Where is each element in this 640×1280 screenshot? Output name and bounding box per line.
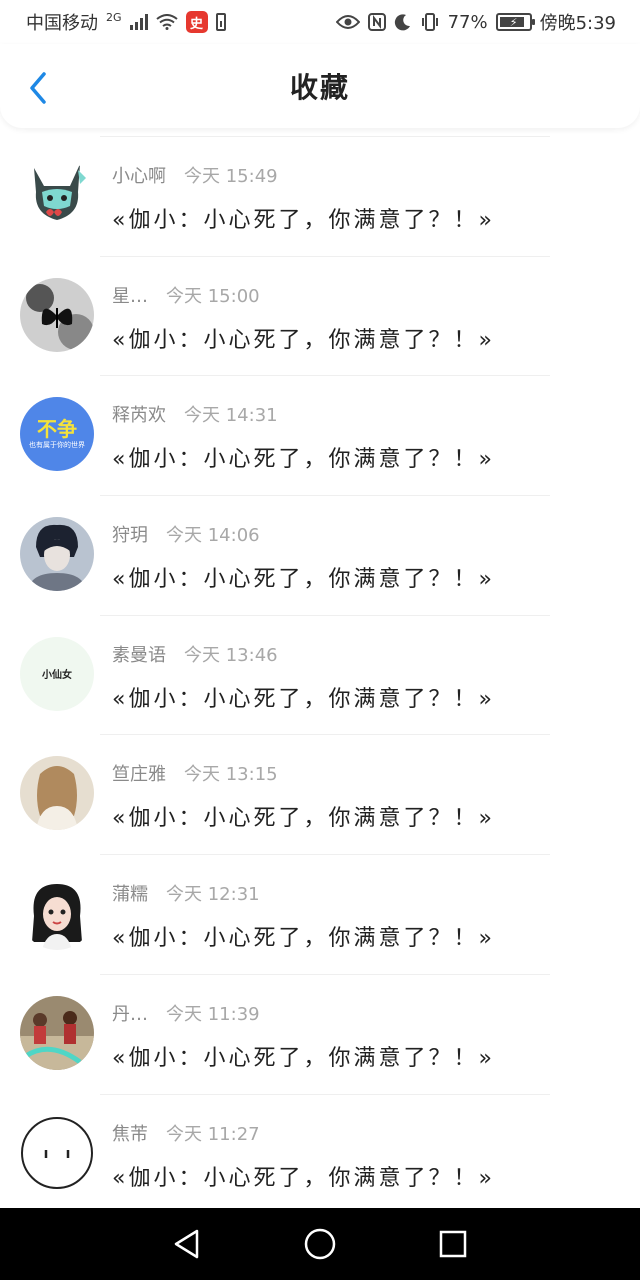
timestamp: 今天 11:39 — [166, 1003, 260, 1025]
message-text: «伽小：小心死了，你满意了？！» — [112, 567, 495, 593]
cat-avatar[interactable] — [20, 158, 94, 232]
item-meta: 狩玥 今天 14:06 — [112, 521, 495, 547]
carrier-label: 中国移动 — [26, 13, 98, 34]
item-meta: 小心啊 今天 15:49 — [112, 162, 495, 188]
moon-icon — [394, 13, 412, 31]
nfc-icon — [367, 13, 386, 31]
nickname: 素曼语 — [112, 644, 166, 666]
clock-label: 傍晚5:39 — [539, 13, 616, 34]
timestamp: 今天 14:31 — [184, 405, 278, 427]
item-body: 丹… 今天 11:39 «伽小：小心死了，你满意了？！» — [112, 1000, 495, 1072]
wifi-icon — [155, 14, 178, 30]
page-title: 收藏 — [289, 71, 350, 104]
message-text: «伽小：小心死了，你满意了？！» — [112, 686, 495, 712]
item-meta: 蒲糯 今天 12:31 — [112, 880, 495, 906]
message-text: «伽小：小心死了，你满意了？！» — [112, 926, 495, 952]
nickname: 星… — [112, 285, 148, 307]
nav-recent-button[interactable] — [433, 1224, 473, 1264]
item-meta: 星… 今天 15:00 — [112, 282, 495, 308]
nickname: 狩玥 — [112, 525, 148, 547]
list-item[interactable]: 小心啊 今天 15:49 «伽小：小心死了，你满意了？！» — [0, 136, 640, 256]
item-body: 释芮欢 今天 14:31 «伽小：小心死了，你满意了？！» — [112, 401, 495, 473]
battery-alert-icon — [215, 13, 226, 31]
list-item[interactable]: 小仙女 素曼语 今天 13:46 «伽小：小心死了，你满意了？！» — [0, 614, 640, 735]
butterfly-avatar[interactable] — [20, 277, 94, 352]
timestamp: 今天 15:49 — [184, 166, 278, 187]
item-body: 焦芾 今天 11:27 «伽小：小心死了，你满意了？！» — [112, 1120, 495, 1192]
nickname: 蒲糯 — [112, 884, 148, 906]
vibrate-icon — [420, 13, 440, 31]
text-avatar[interactable]: 不争 也有属于你的世界 — [20, 397, 94, 472]
battery-icon: ⚡ — [495, 13, 535, 31]
face-avatar[interactable] — [20, 1116, 94, 1190]
nav-home-button[interactable] — [300, 1224, 340, 1264]
header-bar: 收藏 — [0, 44, 640, 128]
list-item[interactable]: 蒲糯 今天 12:31 «伽小：小心死了，你满意了？！» — [0, 854, 640, 974]
recent-square-icon — [440, 1230, 467, 1258]
item-meta: 焦芾 今天 11:27 — [112, 1120, 495, 1146]
item-body: 笪庄雅 今天 13:15 «伽小：小心死了，你满意了？！» — [112, 760, 495, 832]
message-text: «伽小：小心死了，你满意了？！» — [112, 447, 495, 473]
chevron-left-icon — [30, 72, 46, 104]
message-text: «伽小：小心死了，你满意了？！» — [112, 327, 495, 353]
nav-back-button[interactable] — [167, 1224, 207, 1264]
home-circle-icon — [304, 1228, 336, 1260]
photo-avatar[interactable] — [20, 995, 94, 1070]
nickname: 释芮欢 — [112, 405, 166, 427]
battery-percent-label: 77% — [447, 11, 488, 33]
item-body: 小心啊 今天 15:49 «伽小：小心死了，你满意了？！» — [112, 162, 495, 234]
timestamp: 今天 15:00 — [166, 285, 260, 307]
item-body: 蒲糯 今天 12:31 «伽小：小心死了，你满意了？！» — [112, 880, 495, 952]
message-text: «伽小：小心死了，你满意了？！» — [112, 806, 495, 832]
girl-avatar[interactable] — [20, 756, 94, 831]
timestamp: 今天 12:31 — [166, 884, 260, 906]
text-avatar[interactable]: 小仙女 — [20, 636, 94, 711]
girl-avatar[interactable] — [20, 876, 94, 951]
list-item[interactable]: 星… 今天 15:00 «伽小：小心死了，你满意了？！» — [0, 255, 640, 376]
system-nav-bar — [0, 1208, 640, 1280]
eye-icon — [335, 14, 360, 30]
timestamp: 今天 13:46 — [184, 644, 278, 666]
item-body: 星… 今天 15:00 «伽小：小心死了，你满意了？！» — [112, 282, 495, 354]
favorites-list: 小心啊 今天 15:49 «伽小：小心死了，你满意了？！» 星… 今天 15:00 «伽小… — [0, 136, 640, 1213]
timestamp: 今天 11:27 — [166, 1123, 260, 1145]
list-item[interactable]: 不争 也有属于你的世界 释芮欢 今天 14:31 «伽小：小心死了，你满意了？！» — [0, 375, 640, 495]
app-notification-icon: 史 — [185, 11, 208, 33]
message-text: «伽小：小心死了，你满意了？！» — [112, 208, 495, 233]
avatar-text: 小仙女 — [42, 670, 72, 682]
item-body: 狩玥 今天 14:06 «伽小：小心死了，你满意了？！» — [112, 521, 495, 593]
avatar-text: 不争 — [37, 417, 77, 442]
item-meta: 笪庄雅 今天 13:15 — [112, 760, 495, 786]
list-item[interactable]: 焦芾 今天 11:27 «伽小：小心死了，你满意了？！» — [0, 1093, 640, 1214]
item-meta: 素曼语 今天 13:46 — [112, 641, 495, 667]
item-meta: 释芮欢 今天 14:31 — [112, 401, 495, 427]
timestamp: 今天 14:06 — [166, 525, 260, 547]
list-item[interactable]: 狩玥 今天 14:06 «伽小：小心死了，你满意了？！» — [0, 495, 640, 615]
nickname: 丹… — [112, 1003, 148, 1025]
status-bar: 中国移动 2G 史 77% ⚡ 傍晚5:39 — [0, 0, 640, 44]
avatar-subtext: 也有属于你的世界 — [29, 441, 85, 450]
signal-icon — [129, 14, 148, 30]
message-text: «伽小：小心死了，你满意了？！» — [112, 1045, 495, 1071]
boy-avatar[interactable] — [20, 517, 94, 592]
list-item[interactable]: 笪庄雅 今天 13:15 «伽小：小心死了，你满意了？！» — [0, 734, 640, 854]
nickname: 焦芾 — [112, 1123, 148, 1145]
timestamp: 今天 13:15 — [184, 764, 278, 786]
network-type-label: 2G — [106, 10, 122, 24]
nickname: 笪庄雅 — [112, 764, 166, 786]
message-text: «伽小：小心死了，你满意了？！» — [112, 1165, 495, 1191]
item-meta: 丹… 今天 11:39 — [112, 1000, 495, 1026]
item-body: 素曼语 今天 13:46 «伽小：小心死了，你满意了？！» — [112, 641, 495, 713]
back-triangle-icon — [174, 1229, 198, 1259]
nickname: 小心啊 — [112, 166, 166, 187]
back-button[interactable] — [18, 68, 58, 108]
list-item[interactable]: 丹… 今天 11:39 «伽小：小心死了，你满意了？！» — [0, 973, 640, 1094]
